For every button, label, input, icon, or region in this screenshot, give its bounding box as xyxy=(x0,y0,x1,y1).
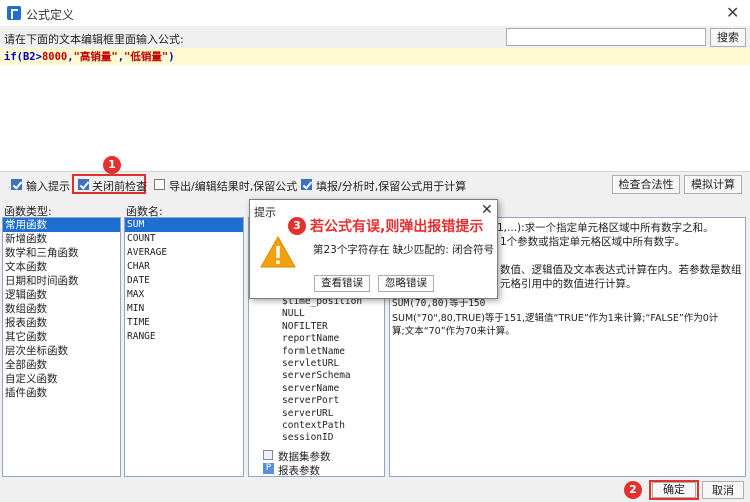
dialog-message: 第23个字符存在 缺少匹配的: 闭合符号 xyxy=(313,244,495,256)
list-item[interactable]: SUM xyxy=(125,218,243,232)
formula-editor[interactable] xyxy=(0,48,750,172)
list-item[interactable]: MIN xyxy=(125,302,243,316)
description-line-2: 1个参数或指定单元格区域中所有数字。 xyxy=(500,236,686,248)
prompt-label: 请在下面的文本编辑框里面输入公式: xyxy=(4,33,184,46)
function-types-list[interactable]: 常用函数 新增函数 数学和三角函数 文本函数 日期和时间函数 逻辑函数 数组函数… xyxy=(2,217,121,477)
list-item[interactable]: AVERAGE xyxy=(125,246,243,260)
list-item[interactable]: DATE xyxy=(125,274,243,288)
tree-item[interactable]: serverURL xyxy=(282,408,382,420)
ok-button[interactable]: 确定 xyxy=(652,482,696,498)
tree-item[interactable]: reportName xyxy=(282,333,382,345)
export-keep-label: 导出/编辑结果时,保留公式 xyxy=(169,180,298,193)
annotation-badge-1: 1 xyxy=(103,156,121,174)
view-error-button[interactable]: 查看错误 xyxy=(314,275,370,292)
annotation-callout: 若公式有误,则弹出报错提示 xyxy=(310,219,484,235)
check-on-close-label: 关闭前检查 xyxy=(92,180,147,193)
search-button[interactable]: 搜索 xyxy=(710,28,746,47)
description-line-1: 1,...):求一个指定单元格区域中所有数字之和。 xyxy=(497,222,714,234)
formula-text: if(B2>8000,"高销量","低销量") xyxy=(4,51,175,63)
tree-item[interactable]: serverPort xyxy=(282,395,382,407)
tree-item[interactable]: formletName xyxy=(282,346,382,358)
dialog-title: 提示 xyxy=(254,206,276,219)
report-params-label[interactable]: 报表参数 xyxy=(278,463,320,478)
description-line-7: 算;文本“70”作为70来计算。 xyxy=(392,326,515,337)
dataset-params-icon xyxy=(263,450,273,460)
report-params-icon: P xyxy=(263,463,274,474)
tree-item[interactable]: sessionID xyxy=(282,432,382,444)
title-bar xyxy=(0,0,750,26)
simulate-button[interactable]: 模拟计算 xyxy=(684,175,742,194)
tree-item[interactable]: NULL xyxy=(282,308,382,320)
list-item[interactable]: 全部函数 xyxy=(3,358,120,372)
close-icon[interactable]: ✕ xyxy=(726,3,739,22)
list-item[interactable]: 数组函数 xyxy=(3,302,120,316)
fill-keep-label: 填报/分析时,保留公式用于计算 xyxy=(316,180,467,193)
input-hint-checkbox[interactable] xyxy=(11,179,22,190)
export-keep-checkbox[interactable] xyxy=(154,179,165,190)
search-input[interactable] xyxy=(506,28,706,46)
list-item[interactable]: 新增函数 xyxy=(3,232,120,246)
check-on-close-checkbox[interactable] xyxy=(78,179,89,190)
ignore-error-button[interactable]: 忽略错误 xyxy=(378,275,434,292)
list-item[interactable]: 文本函数 xyxy=(3,260,120,274)
tree-item[interactable]: serverName xyxy=(282,383,382,395)
description-line-6: SUM("70",80,TRUE)等于151,逻辑值“TRUE”作为1来计算;“… xyxy=(392,313,719,324)
warning-icon xyxy=(260,236,296,268)
dataset-params-label[interactable]: 数据集参数 xyxy=(278,449,331,464)
tree-item[interactable]: servletURL xyxy=(282,358,382,370)
list-item[interactable]: 其它函数 xyxy=(3,330,120,344)
description-line-3: 数值、逻辑值及文本表达式计算在内。若参数是数组 xyxy=(500,264,742,276)
list-item[interactable]: 报表函数 xyxy=(3,316,120,330)
list-item[interactable]: MAX xyxy=(125,288,243,302)
annotation-badge-3: 3 xyxy=(288,217,306,235)
list-item[interactable]: 日期和时间函数 xyxy=(3,274,120,288)
cancel-button[interactable]: 取消 xyxy=(702,481,744,499)
tree-item[interactable]: NOFILTER xyxy=(282,321,382,333)
tree-item[interactable]: serverSchema xyxy=(282,370,382,382)
annotation-badge-2: 2 xyxy=(624,481,642,499)
tree-item[interactable]: contextPath xyxy=(282,420,382,432)
list-item[interactable]: 自定义函数 xyxy=(3,372,120,386)
fill-keep-checkbox[interactable] xyxy=(301,179,312,190)
list-item[interactable]: 逻辑函数 xyxy=(3,288,120,302)
description-line-4: 元格引用中的数值进行计算。 xyxy=(500,278,637,290)
window-title: 公式定义 xyxy=(26,8,75,22)
list-item[interactable]: COUNT xyxy=(125,232,243,246)
list-item[interactable]: 常用函数 xyxy=(3,218,120,232)
function-names-list[interactable]: SUM COUNT AVERAGE CHAR DATE MAX MIN TIME… xyxy=(124,217,244,477)
list-item[interactable]: CHAR xyxy=(125,260,243,274)
list-item[interactable]: 插件函数 xyxy=(3,386,120,400)
input-hint-label: 输入提示 xyxy=(26,180,70,193)
list-item[interactable]: 数学和三角函数 xyxy=(3,246,120,260)
params-tree: $time_position NULL NOFILTER reportName … xyxy=(282,296,382,445)
check-validity-button[interactable]: 检查合法性 xyxy=(612,175,680,194)
list-item[interactable]: 层次坐标函数 xyxy=(3,344,120,358)
list-item[interactable]: TIME xyxy=(125,316,243,330)
list-item[interactable]: RANGE xyxy=(125,330,243,344)
app-icon xyxy=(7,6,21,20)
